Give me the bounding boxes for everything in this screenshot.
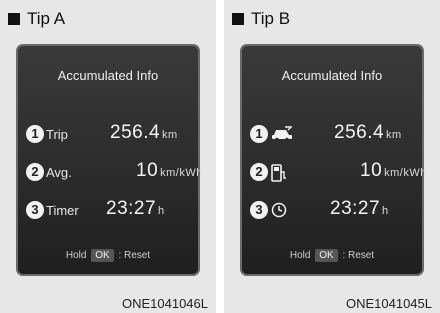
tip-b-title-text: Tip B xyxy=(251,9,291,28)
avg-unit: km/kWh xyxy=(160,167,203,179)
avg-value: 10 km/kWh xyxy=(136,160,203,181)
cluster-display-b: Accumulated Info 1 256.4 km 2 10 km/kWh … xyxy=(240,44,426,276)
tip-a-title-text: Tip A xyxy=(27,9,66,28)
tip-b-panel: Tip B Accumulated Info 1 256.4 km 2 10 k… xyxy=(224,0,440,313)
trip-unit: km xyxy=(162,129,178,141)
reset-hint: Hold OK : Reset xyxy=(65,249,151,262)
clock-icon xyxy=(271,202,287,223)
avg-unit: km/kWh xyxy=(384,167,427,179)
circle-number-2: 2 xyxy=(26,163,44,181)
charging-station-icon xyxy=(271,164,287,187)
avg-row: 2 10 km/kWh xyxy=(250,160,426,187)
circle-number-1: 1 xyxy=(250,125,268,143)
tip-b-title: Tip B xyxy=(232,9,290,29)
trip-value: 256.4 km xyxy=(110,122,178,143)
trip-label: Trip xyxy=(46,127,68,142)
ok-key: OK xyxy=(315,249,338,262)
figure-code: ONE1041046L xyxy=(121,296,208,311)
trip-value: 256.4 km xyxy=(334,122,402,143)
timer-unit: h xyxy=(158,205,165,217)
bullet-square-icon xyxy=(8,13,20,25)
cluster-display-a: Accumulated Info 1 Trip 256.4 km 2 Avg. 1… xyxy=(16,44,202,276)
screen-title: Accumulated Info xyxy=(57,68,159,83)
ok-key: OK xyxy=(91,249,114,262)
timer-value: 23:27 h xyxy=(330,198,389,219)
circle-number-3: 3 xyxy=(26,201,44,219)
circle-number-3: 3 xyxy=(250,201,268,219)
avg-value: 10 km/kWh xyxy=(360,160,427,181)
figure-code: ONE1041045L xyxy=(345,296,432,311)
avg-label: Avg. xyxy=(46,165,72,180)
screen-title: Accumulated Info xyxy=(281,68,383,83)
circle-number-2: 2 xyxy=(250,163,268,181)
trip-row: 1 Trip 256.4 km xyxy=(26,122,198,148)
timer-unit: h xyxy=(382,205,389,217)
trip-row: 1 256.4 km xyxy=(250,122,422,148)
timer-label: Timer xyxy=(46,203,79,218)
timer-row: 3 Timer 23:27 h xyxy=(26,198,198,224)
tip-a-panel: Tip A Accumulated Info 1 Trip 256.4 km 2 … xyxy=(0,0,216,313)
trip-unit: km xyxy=(386,129,402,141)
reset-hint: Hold OK : Reset xyxy=(289,249,375,262)
bullet-square-icon xyxy=(232,13,244,25)
avg-row: 2 Avg. 10 km/kWh xyxy=(26,160,202,186)
tip-a-title: Tip A xyxy=(8,9,65,29)
timer-value: 23:27 h xyxy=(106,198,165,219)
circle-number-1: 1 xyxy=(26,125,44,143)
car-trip-icon xyxy=(271,126,293,147)
timer-row: 3 23:27 h xyxy=(250,198,422,224)
